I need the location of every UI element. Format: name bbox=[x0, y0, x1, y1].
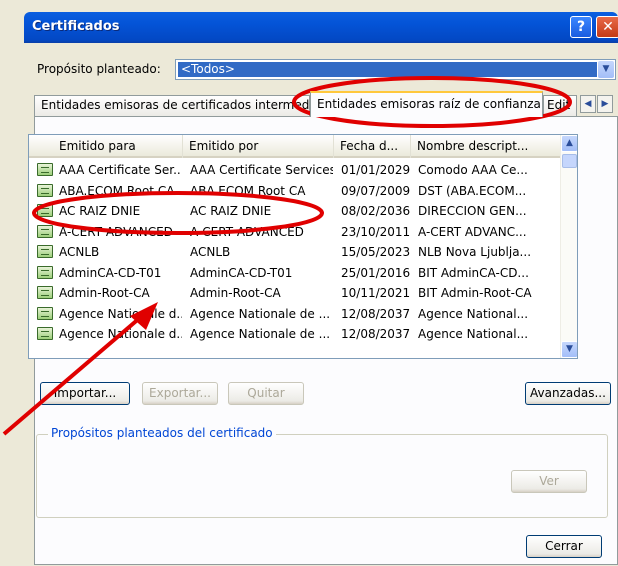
cell-issued-by: AC RAIZ DNIE bbox=[190, 204, 272, 218]
column-expiry-date[interactable]: Fecha d... bbox=[334, 135, 411, 158]
remove-button[interactable]: Quitar bbox=[228, 382, 304, 405]
column-issued-to[interactable]: Emitido para bbox=[29, 135, 183, 158]
cell-issued-to: A-CERT ADVANCED bbox=[59, 224, 173, 239]
certificate-icon bbox=[37, 224, 53, 238]
cell-date: 01/01/2029 bbox=[341, 163, 410, 177]
cell-date: 12/08/2037 bbox=[341, 327, 410, 341]
scroll-down-icon[interactable]: ▼ bbox=[561, 341, 577, 358]
window-title: Certificados bbox=[32, 19, 120, 34]
table-row[interactable]: Agence Nationale d... Agence Nationale d… bbox=[29, 304, 561, 325]
cell-issued-to: ACNLB bbox=[59, 245, 100, 259]
cell-friendly-name: Comodo AAA Ce... bbox=[418, 163, 528, 177]
tab-strip: Entidades emisoras de certificados inter… bbox=[34, 91, 618, 117]
tab-scroll-left-icon[interactable]: ◀ bbox=[580, 95, 596, 113]
cell-friendly-name: BIT AdminCA-CD... bbox=[418, 265, 529, 280]
certificate-icon bbox=[37, 245, 53, 258]
certificates-dialog: Certificados ? ✕ Propósito planteado: <T… bbox=[0, 0, 618, 566]
cell-issued-to: ABA.ECOM Root CA bbox=[59, 183, 175, 198]
cell-issued-by: Agence Nationale de ... bbox=[190, 306, 331, 321]
certificate-icon bbox=[37, 327, 53, 340]
table-row[interactable]: AC RAIZ DNIE AC RAIZ DNIE 08/02/2036 DIR… bbox=[29, 201, 561, 222]
scroll-up-icon[interactable]: ▲ bbox=[561, 135, 577, 152]
cell-friendly-name: DST (ABA.ECOM... bbox=[418, 183, 527, 198]
cell-issued-by: ABA.ECOM Root CA bbox=[190, 183, 306, 198]
certificate-icon bbox=[37, 286, 53, 299]
title-bar[interactable]: Certificados ? ✕ bbox=[24, 12, 618, 43]
cell-issued-by: Agence Nationale de ... bbox=[190, 327, 331, 341]
cell-friendly-name: A-CERT ADVANC... bbox=[418, 224, 527, 239]
purpose-select[interactable]: <Todos> ▼ bbox=[175, 59, 616, 80]
table-row[interactable]: Admin-Root-CA Admin-Root-CA 10/11/2021 B… bbox=[29, 283, 561, 304]
scroll-thumb[interactable] bbox=[562, 154, 577, 168]
vertical-scrollbar[interactable]: ▲ ▼ bbox=[560, 135, 577, 358]
cell-issued-by: AdminCA-CD-T01 bbox=[190, 265, 293, 280]
cell-friendly-name: NLB Nova Ljublja... bbox=[418, 245, 532, 259]
close-icon: ✕ bbox=[602, 19, 614, 35]
cell-issued-to: AC RAIZ DNIE bbox=[59, 204, 141, 218]
certificate-icon bbox=[37, 163, 53, 176]
certificate-icon bbox=[37, 265, 53, 279]
tab-scroll-right-icon[interactable]: ▶ bbox=[597, 95, 613, 113]
import-button[interactable]: Importar... bbox=[40, 382, 130, 405]
list-rows: AAA Certificate Ser... AAA Certificate S… bbox=[29, 160, 561, 345]
cell-issued-to: Agence Nationale d... bbox=[59, 327, 182, 341]
close-window-button[interactable]: ✕ bbox=[596, 16, 618, 38]
advanced-button[interactable]: Avanzadas... bbox=[525, 382, 611, 405]
cell-issued-by: ACNLB bbox=[190, 245, 231, 259]
tab-edit-partial[interactable]: Edit bbox=[543, 95, 577, 116]
certificate-icon bbox=[37, 183, 53, 197]
column-issued-by[interactable]: Emitido por bbox=[183, 135, 334, 158]
table-row[interactable]: A-CERT ADVANCED A-CERT ADVANCED 23/10/20… bbox=[29, 222, 561, 243]
cell-date: 25/01/2016 bbox=[341, 265, 410, 280]
cell-friendly-name: Agence National... bbox=[418, 306, 529, 321]
cell-issued-by: AAA Certificate Services bbox=[190, 163, 333, 177]
cell-date: 08/02/2036 bbox=[341, 204, 410, 218]
chevron-down-icon[interactable]: ▼ bbox=[598, 61, 614, 78]
purpose-label: Propósito planteado: bbox=[37, 62, 161, 76]
view-button[interactable]: Ver bbox=[511, 470, 587, 493]
cell-issued-to: Agence Nationale d... bbox=[59, 306, 182, 321]
cell-issued-to: AdminCA-CD-T01 bbox=[59, 265, 162, 280]
table-row[interactable]: ACNLB ACNLB 15/05/2023 NLB Nova Ljublja.… bbox=[29, 242, 561, 263]
tab-intermediate-cas[interactable]: Entidades emisoras de certificados inter… bbox=[34, 95, 310, 116]
close-button[interactable]: Cerrar bbox=[526, 535, 602, 558]
certificate-purposes-legend: Propósitos planteados del certificado bbox=[48, 426, 276, 440]
cell-friendly-name: Agence National... bbox=[418, 327, 529, 341]
certificate-icon bbox=[37, 204, 53, 217]
table-row[interactable]: AdminCA-CD-T01 AdminCA-CD-T01 25/01/2016… bbox=[29, 263, 561, 284]
help-icon: ? bbox=[576, 19, 586, 35]
column-friendly-name[interactable]: Nombre descript... bbox=[411, 135, 561, 158]
table-row[interactable]: ABA.ECOM Root CA ABA.ECOM Root CA 09/07/… bbox=[29, 181, 561, 202]
cell-date: 10/11/2021 bbox=[341, 286, 410, 300]
cell-issued-to: Admin-Root-CA bbox=[59, 286, 150, 300]
cell-friendly-name: DIRECCION GEN... bbox=[418, 204, 527, 218]
table-row[interactable]: AAA Certificate Ser... AAA Certificate S… bbox=[29, 160, 561, 181]
export-button[interactable]: Exportar... bbox=[142, 382, 218, 405]
purpose-selected-value: <Todos> bbox=[178, 62, 597, 77]
cell-date: 23/10/2011 bbox=[341, 224, 410, 239]
tab-trusted-root-cas[interactable]: Entidades emisoras raíz de confianza bbox=[310, 91, 543, 117]
cell-date: 12/08/2037 bbox=[341, 306, 410, 321]
certificate-list[interactable]: Emitido para Emitido por Fecha d... Nomb… bbox=[28, 134, 578, 359]
cell-issued-to: AAA Certificate Ser... bbox=[59, 163, 182, 177]
cell-issued-by: A-CERT ADVANCED bbox=[190, 224, 304, 239]
cell-friendly-name: BIT Admin-Root-CA bbox=[418, 286, 532, 300]
cell-issued-by: Admin-Root-CA bbox=[190, 286, 281, 300]
help-button[interactable]: ? bbox=[570, 16, 592, 38]
list-header: Emitido para Emitido por Fecha d... Nomb… bbox=[29, 135, 561, 158]
cell-date: 09/07/2009 bbox=[341, 183, 410, 198]
certificate-icon bbox=[37, 306, 53, 320]
cell-date: 15/05/2023 bbox=[341, 245, 410, 259]
table-row[interactable]: Agence Nationale d... Agence Nationale d… bbox=[29, 324, 561, 345]
